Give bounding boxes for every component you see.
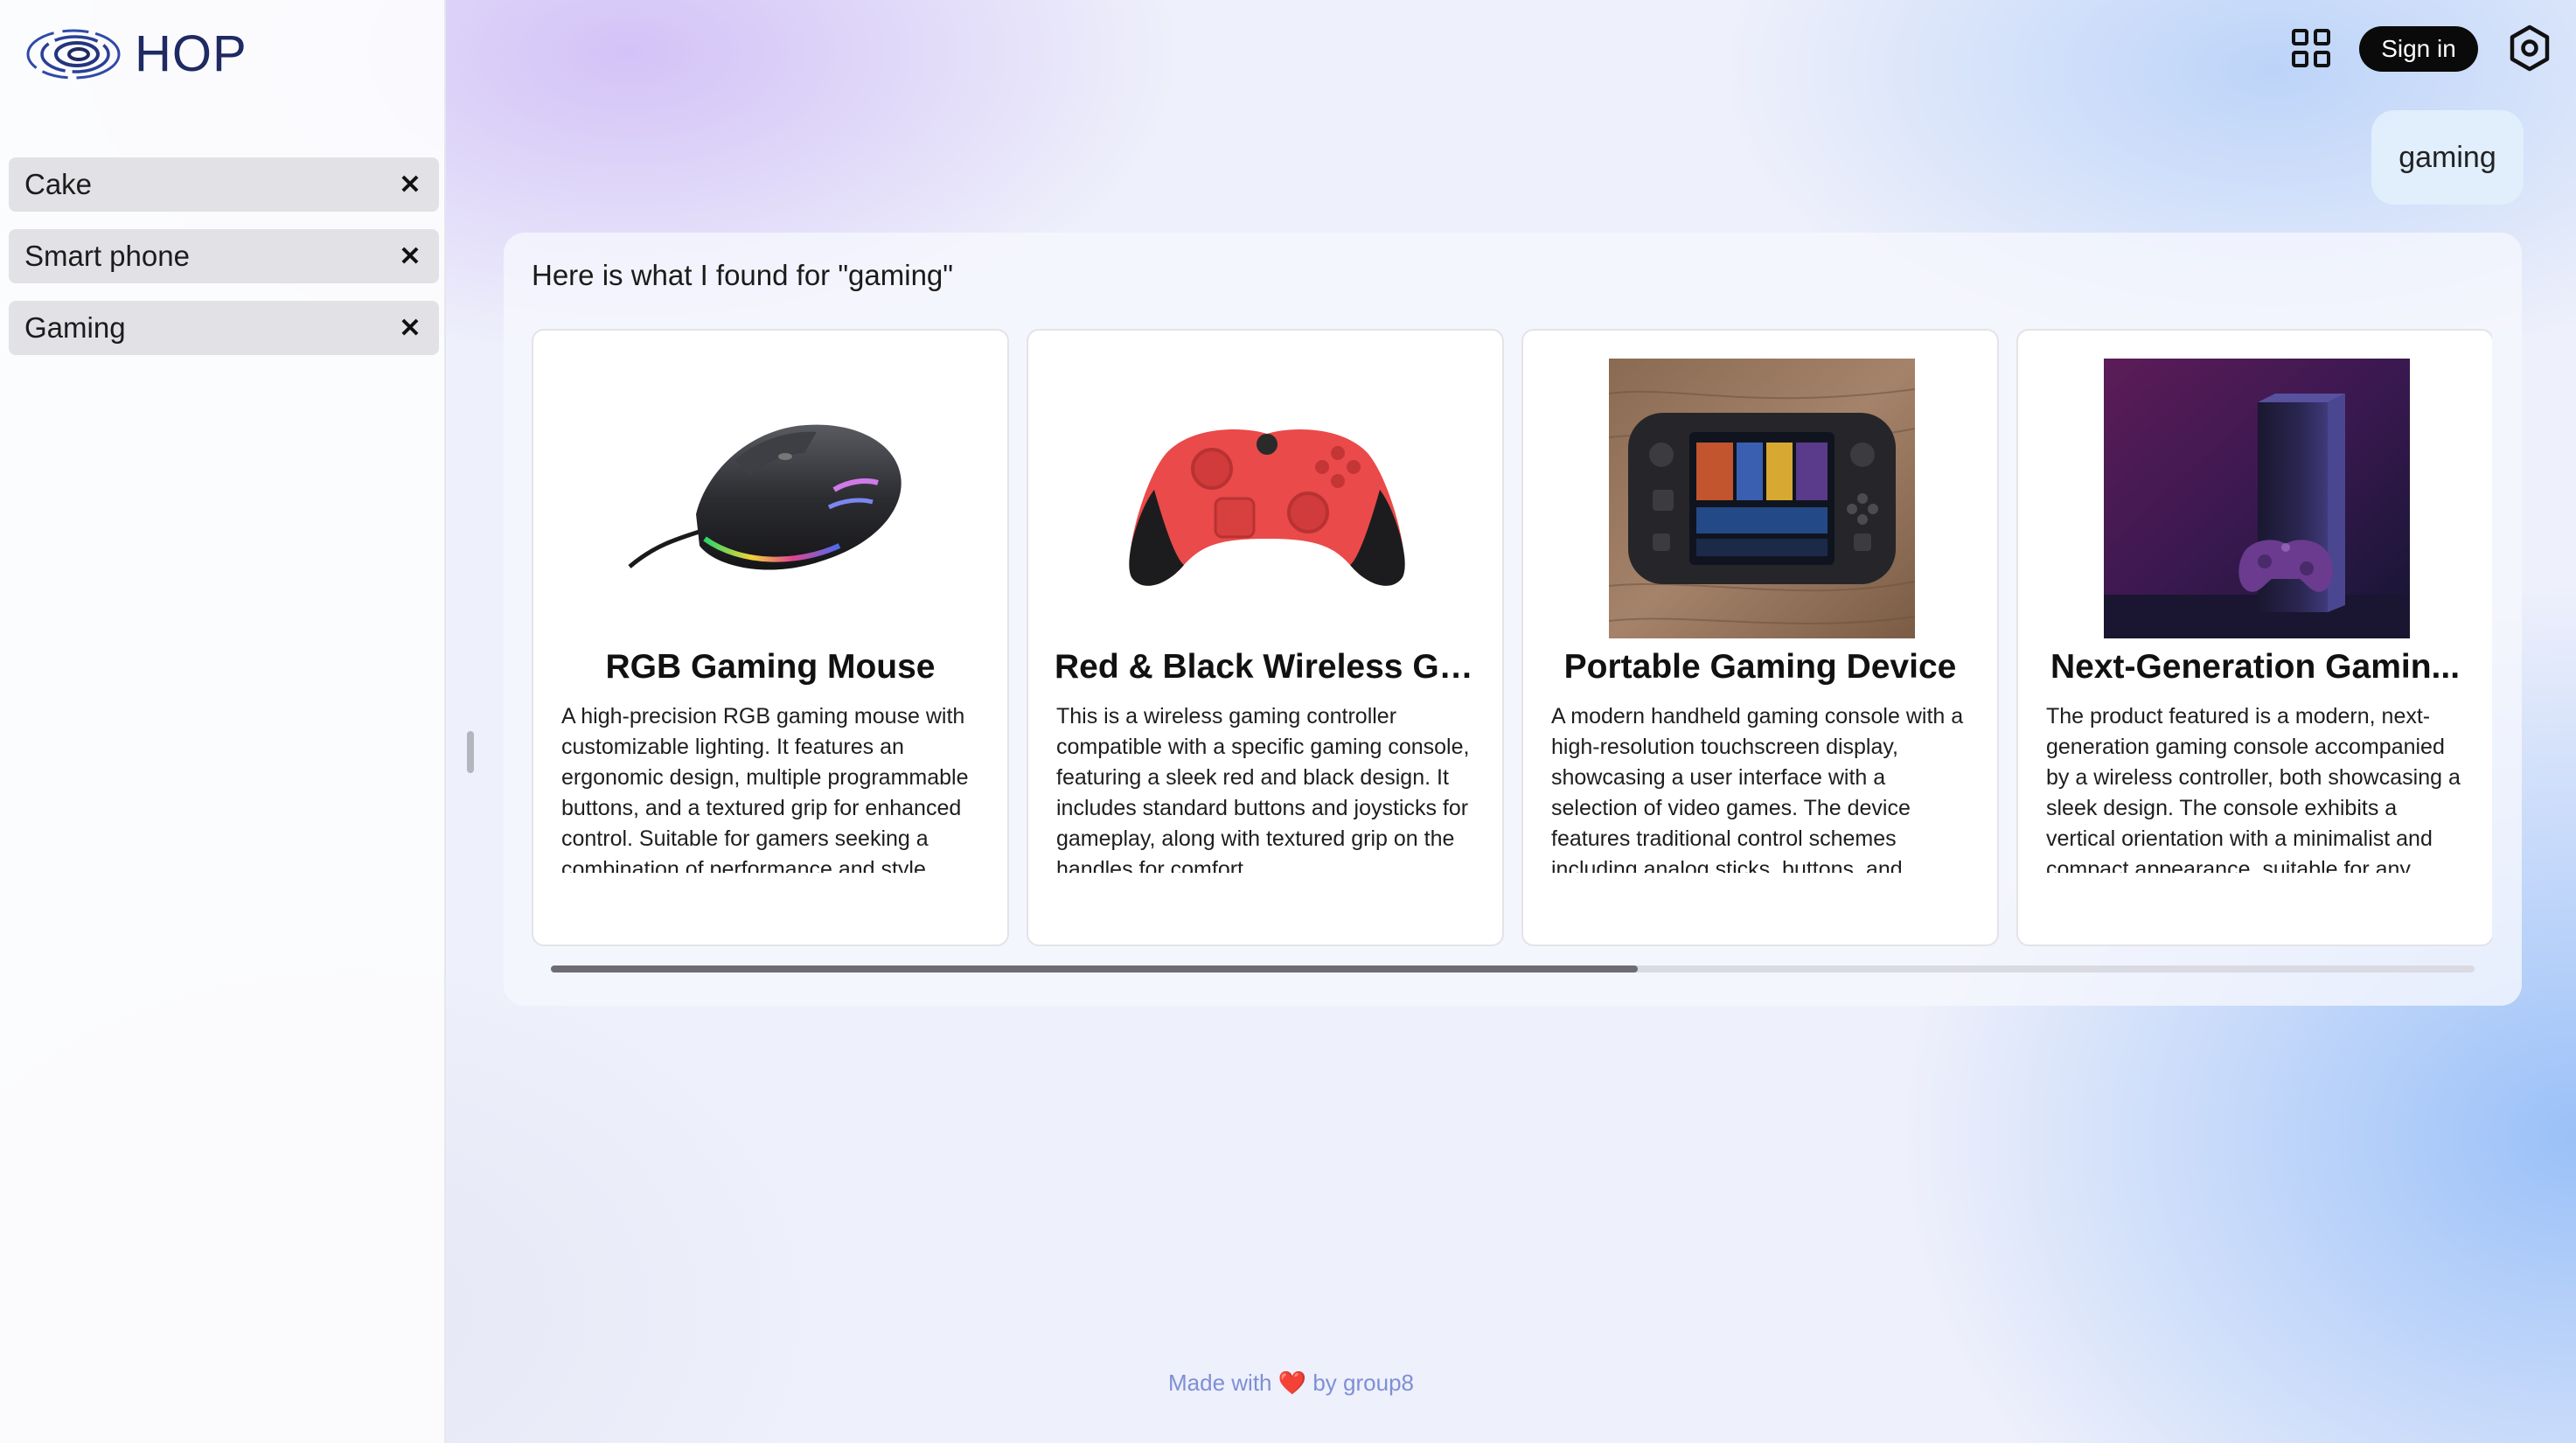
footer-made-with: Made with — [1168, 1370, 1272, 1396]
product-card[interactable]: Portable Gaming Device A modern handheld… — [1521, 329, 1999, 946]
product-card[interactable]: Red & Black Wireless Ga... This is a wir… — [1027, 329, 1504, 946]
scrollbar-thumb[interactable] — [551, 965, 1638, 972]
history-item-label: Cake — [24, 168, 93, 200]
close-icon[interactable]: ✕ — [397, 241, 423, 272]
logo[interactable]: HOP — [24, 23, 247, 84]
close-icon[interactable]: ✕ — [397, 170, 423, 200]
history-item-label: Smart phone — [24, 240, 190, 272]
product-title: RGB Gaming Mouse — [605, 648, 936, 686]
product-card[interactable]: Next-Generation Gamin... The product fea… — [2016, 329, 2492, 946]
console-tower-image — [2104, 359, 2410, 638]
product-title: Next-Generation Gamin... — [2050, 648, 2461, 686]
product-description: A high-precision RGB gaming mouse with c… — [561, 704, 969, 873]
sidebar-resize-handle[interactable] — [467, 731, 474, 773]
carousel-scrollbar[interactable] — [551, 965, 2475, 972]
search-history-list: Cake ✕ Smart phone ✕ Gaming ✕ — [9, 157, 439, 373]
product-title: Portable Gaming Device — [1563, 648, 1957, 686]
product-description: The product featured is a modern, next-g… — [2046, 704, 2461, 873]
game-controller-image — [1129, 429, 1405, 586]
results-heading: Here is what I found for "gaming" — [532, 259, 953, 291]
sign-in-button[interactable]: Sign in — [2359, 26, 2478, 72]
gaming-mouse-image — [628, 424, 902, 570]
logo-text: HOP — [135, 24, 247, 82]
product-description: This is a wireless gaming controller com… — [1056, 704, 1470, 873]
close-icon[interactable]: ✕ — [397, 313, 423, 344]
footer-by: by group8 — [1312, 1370, 1414, 1396]
handheld-console-image — [1609, 359, 1915, 638]
results-carousel[interactable]: RGB Gaming Mouse A high-precision RGB ga… — [532, 329, 2492, 950]
product-description: A modern handheld gaming console with a … — [1551, 704, 1964, 873]
grid-icon[interactable] — [2291, 28, 2331, 68]
history-item-smart-phone[interactable]: Smart phone ✕ — [9, 229, 439, 283]
settings-icon[interactable] — [2506, 24, 2553, 72]
history-item-cake[interactable]: Cake ✕ — [9, 157, 439, 212]
results-panel: Here is what I found for "gaming" RGB Ga… — [504, 233, 2522, 1006]
history-item-label: Gaming — [24, 311, 126, 344]
logo-swirl-icon — [26, 29, 121, 80]
footer: Made with ❤️ by group8 — [1168, 1370, 1414, 1397]
product-card[interactable]: RGB Gaming Mouse A high-precision RGB ga… — [532, 329, 1009, 946]
heart-icon: ❤️ — [1278, 1370, 1307, 1396]
sidebar: HOP Cake ✕ Smart phone ✕ Gaming ✕ — [0, 0, 446, 1443]
user-query-bubble: gaming — [2371, 110, 2524, 205]
history-item-gaming[interactable]: Gaming ✕ — [9, 301, 439, 355]
product-title: Red & Black Wireless Ga... — [1055, 648, 1476, 686]
